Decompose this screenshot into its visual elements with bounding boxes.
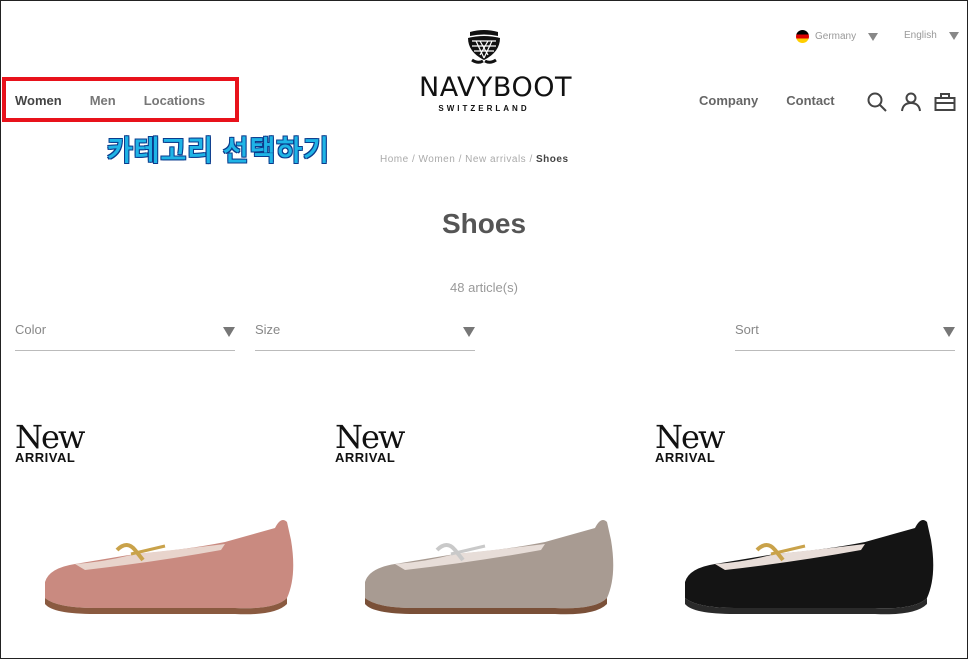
annotation-highlight-box [2,77,239,122]
badge-new: New [335,418,405,456]
chevron-down-icon [868,32,879,41]
breadcrumb-current: Shoes [536,154,569,165]
new-arrival-badge: New ARRIVAL [15,418,85,465]
header-icons [866,92,956,112]
nav-contact[interactable]: Contact [786,93,834,108]
badge-arrival: ARRIVAL [15,450,76,465]
country-label: Germany [815,31,857,42]
product-card[interactable]: New ARRIVAL [335,420,635,620]
nav-company[interactable]: Company [699,93,758,108]
new-arrival-badge: New ARRIVAL [655,418,725,465]
chevron-down-icon [463,327,475,337]
brand-name: NAVYBOOT [419,72,572,103]
cart-icon[interactable] [934,92,956,112]
crest-logo-icon [468,30,500,64]
chevron-down-icon [943,327,955,337]
article-count: 48 article(s) [450,280,518,295]
brand-subtitle: SWITZERLAND [438,104,530,113]
badge-new: New [655,418,725,456]
breadcrumb-new-arrivals[interactable]: New arrivals [465,154,526,165]
utility-nav: Company Contact [699,93,835,108]
language-label: English [904,30,937,41]
page-title: Shoes [441,208,527,239]
badge-new: New [15,418,85,456]
badge-arrival: ARRIVAL [655,450,716,465]
search-icon[interactable] [866,92,888,112]
germany-flag-icon [796,30,809,43]
new-arrival-badge: New ARRIVAL [335,418,405,465]
color-filter[interactable]: Color [15,322,235,351]
sort-label: Sort [735,322,759,337]
language-selector[interactable]: English [904,30,959,41]
annotation-text: 카테고리 선택하기 [107,135,330,166]
size-filter-label: Size [255,322,281,337]
badge-arrival: ARRIVAL [335,450,396,465]
size-filter[interactable]: Size [255,322,475,351]
shoe-image [685,520,934,615]
chevron-down-icon [948,31,959,40]
breadcrumb-women[interactable]: Women [419,154,456,165]
country-selector[interactable]: Germany [796,30,879,43]
breadcrumb-home[interactable]: Home [380,154,409,165]
shoe-image [365,520,614,615]
product-card[interactable]: New ARRIVAL [15,420,315,620]
chevron-down-icon [223,327,235,337]
product-card[interactable]: New ARRIVAL [655,420,955,620]
shoe-image [45,520,294,615]
sort-select[interactable]: Sort [735,322,955,351]
user-icon[interactable] [900,92,922,112]
color-filter-label: Color [15,322,47,337]
breadcrumb: Home / Women / New arrivals / Shoes [380,154,569,165]
brand-logo[interactable]: NAVYBOOT SWITZERLAND [419,28,572,113]
